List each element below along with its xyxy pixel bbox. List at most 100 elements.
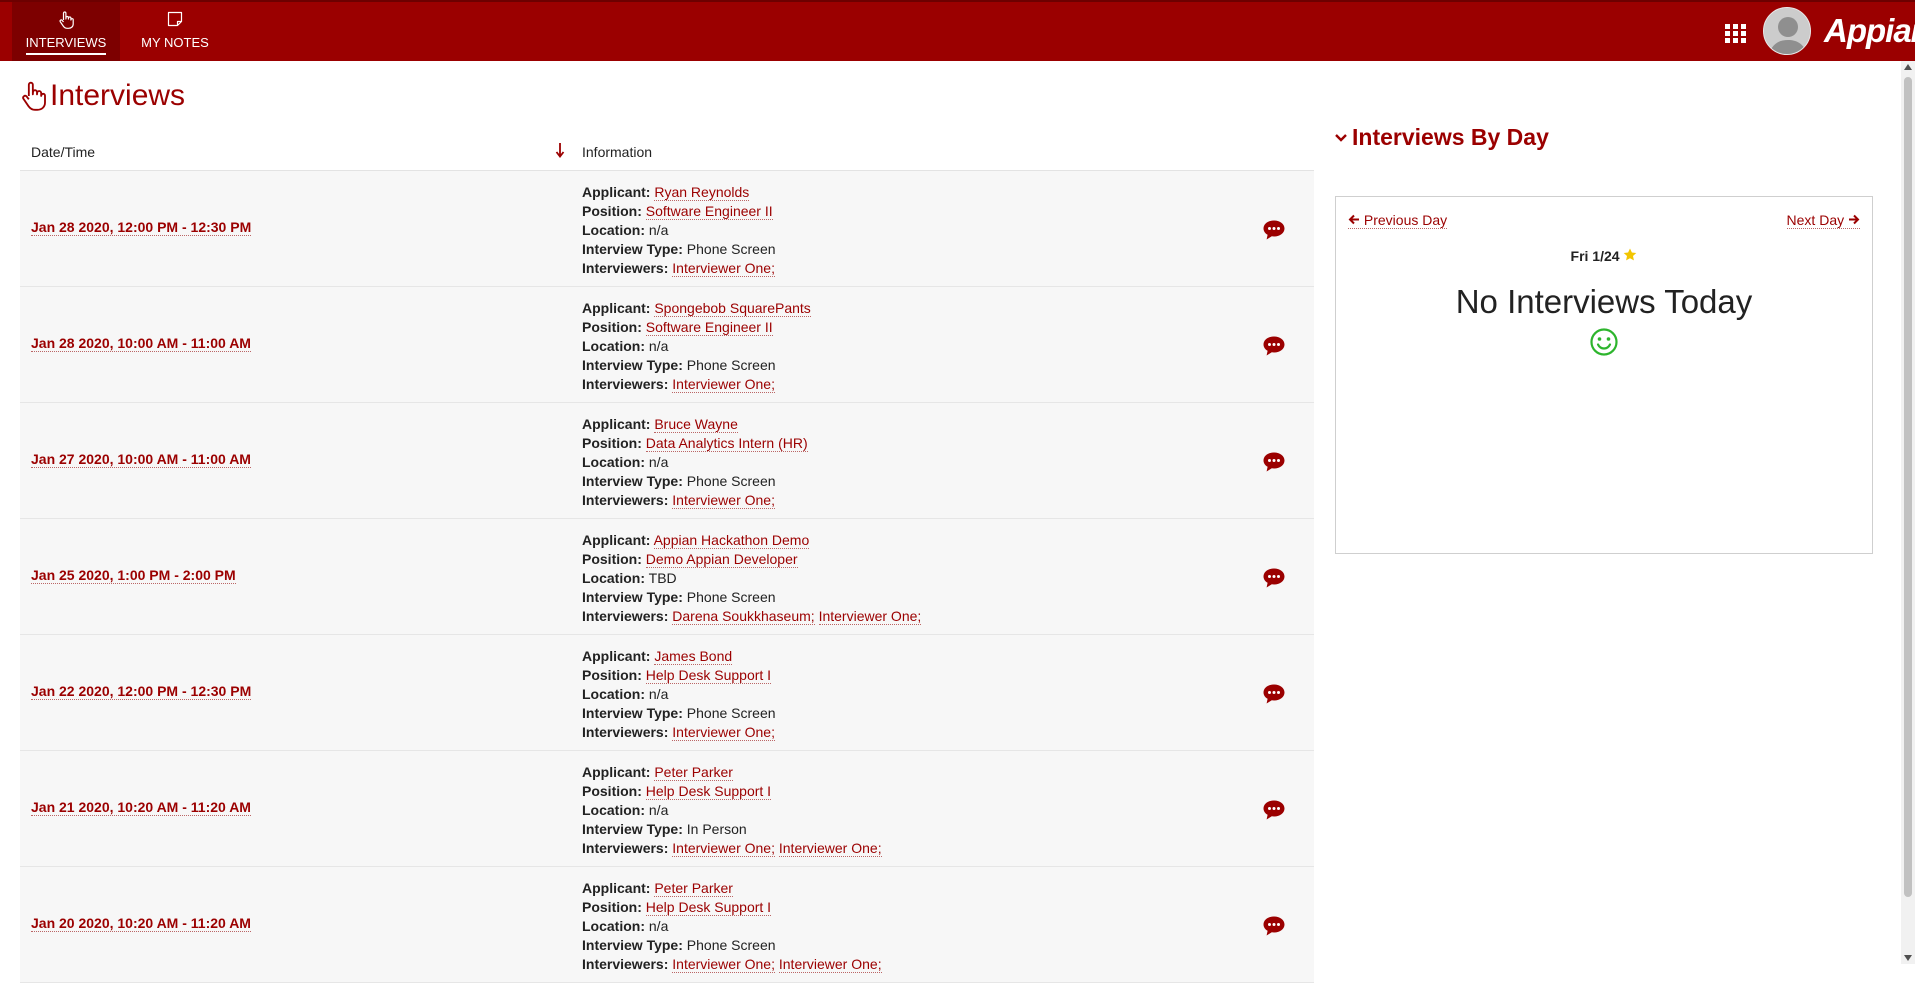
interviewer-link[interactable]: Darena Soukkhaseum;	[672, 608, 815, 625]
location-label: Location:	[582, 454, 645, 470]
applicant-link[interactable]: Spongebob SquarePants	[654, 300, 811, 317]
position-label: Position:	[582, 667, 642, 683]
interview-datetime-link[interactable]: Jan 20 2020, 10:20 AM - 11:20 AM	[31, 915, 251, 932]
next-day-link[interactable]: Next Day	[1786, 212, 1860, 229]
next-day-label: Next Day	[1786, 212, 1845, 228]
interview-datetime-link[interactable]: Jan 22 2020, 12:00 PM - 12:30 PM	[31, 683, 252, 700]
location-value: n/a	[648, 222, 669, 238]
table-row: Jan 22 2020, 12:00 PM - 12:30 PM Applica…	[20, 635, 1314, 751]
comment-bubble-icon[interactable]	[1262, 335, 1286, 362]
previous-day-link[interactable]: Previous Day	[1348, 212, 1448, 229]
position-link[interactable]: Help Desk Support I	[645, 899, 772, 916]
comment-bubble-icon[interactable]	[1262, 915, 1286, 942]
interview-information: Applicant: Peter Parker Position: Help D…	[582, 879, 882, 974]
position-link[interactable]: Software Engineer II	[645, 319, 773, 336]
position-line: Position: Help Desk Support I	[582, 782, 882, 801]
location-label: Location:	[582, 802, 645, 818]
appian-logo: Appian	[1824, 12, 1915, 49]
tab-interviews-label: INTERVIEWS	[25, 35, 107, 55]
scroll-up-arrow-icon[interactable]	[1904, 64, 1912, 70]
interviews-by-day-title[interactable]: Interviews By Day	[1352, 124, 1549, 151]
applicant-link[interactable]: Peter Parker	[654, 764, 733, 781]
interview-information: Applicant: Ryan Reynolds Position: Softw…	[582, 183, 776, 278]
interviewers-line: Interviewers: Interviewer One;	[582, 723, 776, 742]
day-calendar-card: Previous Day Next Day Fri 1/24 No Interv…	[1335, 196, 1873, 554]
interview-type-line: Interview Type: Phone Screen	[582, 356, 811, 375]
interview-type-line: Interview Type: Phone Screen	[582, 472, 808, 491]
interviewer-link[interactable]: Interviewer One;	[672, 492, 775, 509]
interviewer-link[interactable]: Interviewer One;	[818, 608, 922, 625]
interviewer-link[interactable]: Interviewer One;	[672, 376, 775, 393]
position-line: Position: Demo Appian Developer	[582, 550, 921, 569]
interviewer-link[interactable]: Interviewer One;	[672, 840, 775, 857]
interview-type-label: Interview Type:	[582, 705, 683, 721]
comment-bubble-icon[interactable]	[1262, 799, 1286, 826]
interview-type-value: Phone Screen	[686, 589, 776, 605]
interviews-grid: Date/Time Information Jan 28 2020, 12:00…	[20, 134, 1314, 983]
interview-datetime-link[interactable]: Jan 28 2020, 12:00 PM - 12:30 PM	[31, 219, 252, 236]
location-line: Location: n/a	[582, 221, 776, 240]
applicant-link[interactable]: Appian Hackathon Demo	[653, 532, 810, 549]
user-silhouette-icon	[1764, 8, 1810, 54]
position-line: Position: Data Analytics Intern (HR)	[582, 434, 808, 453]
tab-my-notes[interactable]: MY NOTES	[131, 2, 219, 61]
interview-type-value: In Person	[686, 821, 747, 837]
chevron-down-icon[interactable]	[1334, 131, 1348, 149]
tab-my-notes-label: MY NOTES	[141, 35, 209, 50]
page-scrollbar[interactable]	[1901, 61, 1915, 964]
interview-information: Applicant: Spongebob SquarePants Positio…	[582, 299, 811, 394]
location-label: Location:	[582, 686, 645, 702]
applicant-line: Applicant: Peter Parker	[582, 879, 882, 898]
tab-interviews[interactable]: INTERVIEWS	[12, 2, 120, 61]
comment-bubble-icon[interactable]	[1262, 451, 1286, 478]
applicant-link[interactable]: James Bond	[654, 648, 733, 665]
interview-type-label: Interview Type:	[582, 357, 683, 373]
column-header-datetime[interactable]: Date/Time	[31, 144, 95, 160]
interview-information: Applicant: James Bond Position: Help Des…	[582, 647, 776, 742]
interview-datetime-link[interactable]: Jan 25 2020, 1:00 PM - 2:00 PM	[31, 567, 236, 584]
location-value: n/a	[648, 454, 669, 470]
comment-bubble-icon[interactable]	[1262, 567, 1286, 594]
position-link[interactable]: Demo Appian Developer	[645, 551, 798, 568]
interview-type-line: Interview Type: In Person	[582, 820, 882, 839]
top-navigation-bar: INTERVIEWS MY NOTES Appian	[0, 0, 1915, 61]
interview-type-label: Interview Type:	[582, 241, 683, 257]
interview-type-label: Interview Type:	[582, 821, 683, 837]
interviewer-link[interactable]: Interviewer One;	[672, 260, 775, 277]
location-label: Location:	[582, 918, 645, 934]
grid-icon	[1723, 24, 1749, 48]
position-link[interactable]: Help Desk Support I	[645, 783, 772, 800]
position-label: Position:	[582, 783, 642, 799]
applicant-link[interactable]: Peter Parker	[654, 880, 733, 897]
interview-datetime-link[interactable]: Jan 21 2020, 10:20 AM - 11:20 AM	[31, 799, 251, 816]
interview-datetime-link[interactable]: Jan 27 2020, 10:00 AM - 11:00 AM	[31, 451, 251, 468]
interviewers-list: Interviewer One;	[672, 724, 775, 741]
position-link[interactable]: Data Analytics Intern (HR)	[645, 435, 808, 452]
user-avatar[interactable]	[1763, 7, 1811, 55]
comment-bubble-icon[interactable]	[1262, 219, 1286, 246]
applicant-label: Applicant:	[582, 532, 651, 548]
position-link[interactable]: Help Desk Support I	[645, 667, 772, 684]
applicant-link[interactable]: Ryan Reynolds	[654, 184, 750, 201]
position-link[interactable]: Software Engineer II	[645, 203, 773, 220]
interviewer-link[interactable]: Interviewer One;	[778, 956, 882, 973]
interviewer-link[interactable]: Interviewer One;	[778, 840, 882, 857]
location-label: Location:	[582, 222, 645, 238]
applicant-link[interactable]: Bruce Wayne	[654, 416, 738, 433]
interviewer-link[interactable]: Interviewer One;	[672, 724, 775, 741]
scrollbar-thumb[interactable]	[1904, 77, 1912, 897]
interviewer-link[interactable]: Interviewer One;	[672, 956, 775, 973]
grid-body: Jan 28 2020, 12:00 PM - 12:30 PM Applica…	[20, 171, 1314, 983]
interview-datetime-link[interactable]: Jan 28 2020, 10:00 AM - 11:00 AM	[31, 335, 251, 352]
location-line: Location: n/a	[582, 453, 808, 472]
position-label: Position:	[582, 551, 642, 567]
location-line: Location: n/a	[582, 337, 811, 356]
comment-bubble-icon[interactable]	[1262, 683, 1286, 710]
scroll-down-arrow-icon[interactable]	[1904, 955, 1912, 961]
arrow-right-icon	[1848, 212, 1860, 228]
interviewers-list: Darena Soukkhaseum; Interviewer One;	[672, 608, 922, 625]
location-line: Location: n/a	[582, 917, 882, 936]
app-launcher-button[interactable]	[1723, 22, 1749, 44]
sort-descending-icon[interactable]	[555, 142, 565, 161]
current-day: Fri 1/24	[1336, 248, 1872, 264]
